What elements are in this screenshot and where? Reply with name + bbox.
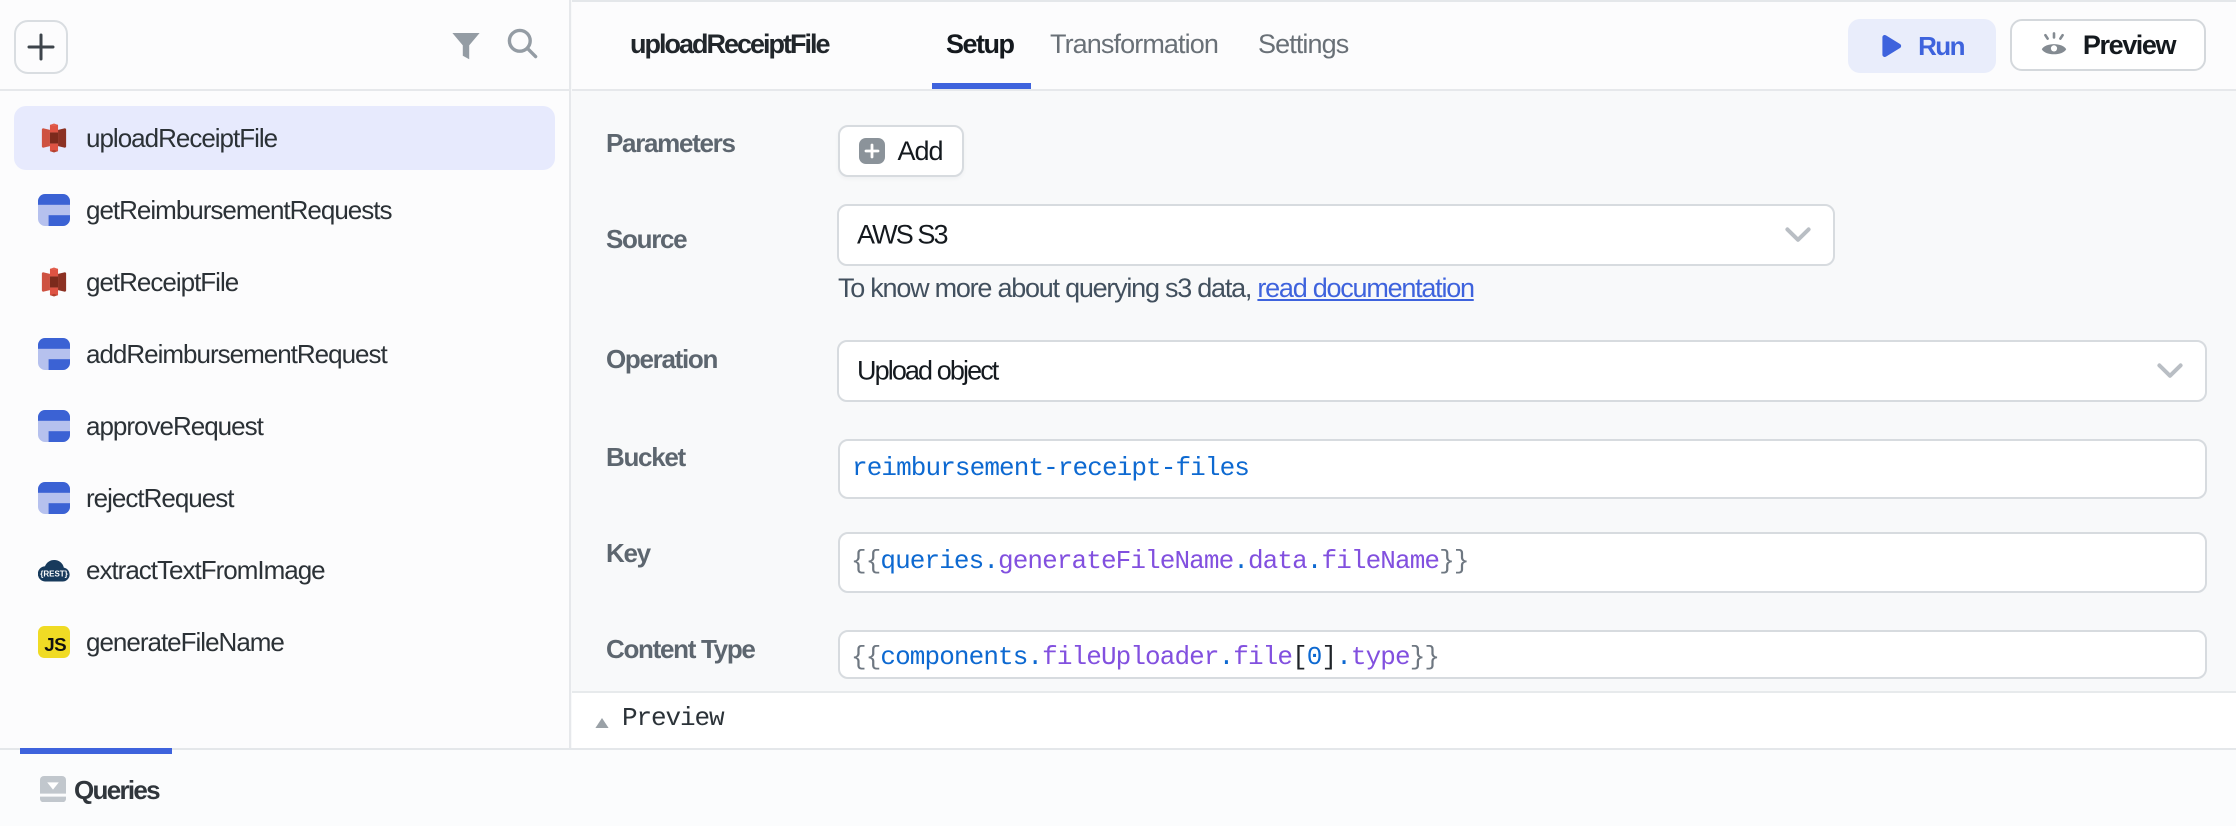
svg-text:{REST}: {REST} [40, 570, 68, 579]
svg-text:JS: JS [44, 634, 66, 655]
